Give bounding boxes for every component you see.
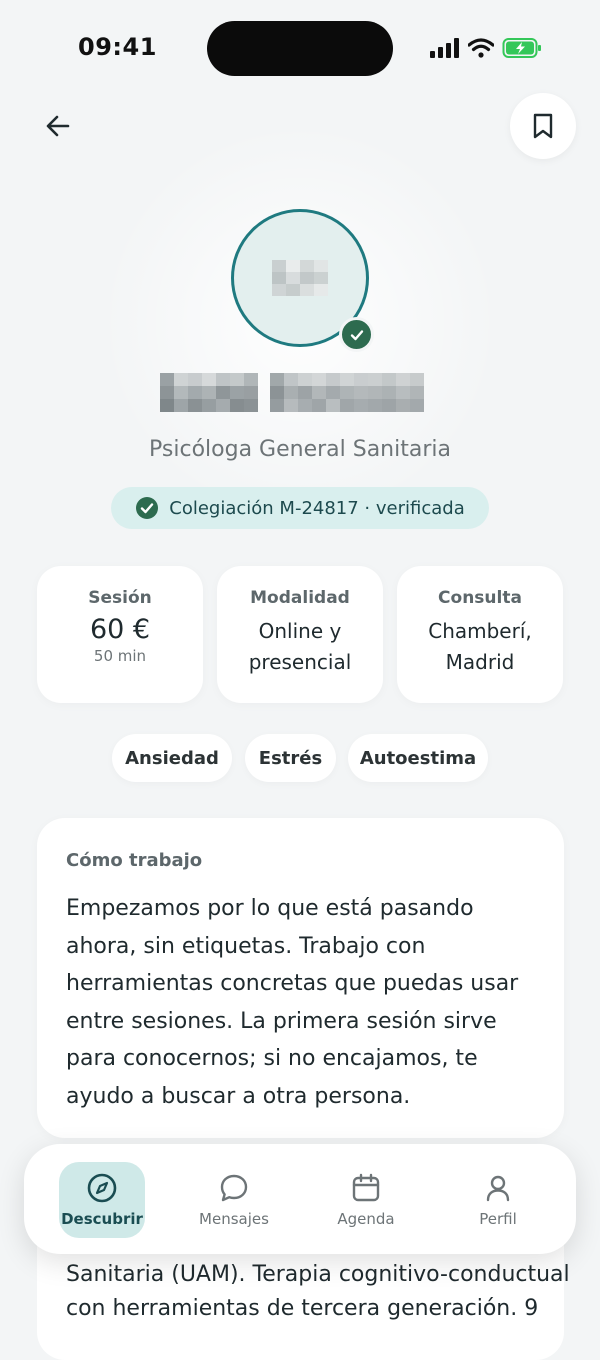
about-card: Cómo trabajo Empezamos por lo que está p…: [37, 818, 564, 1138]
about-title: Cómo trabajo: [66, 850, 203, 871]
compass-icon: [87, 1173, 117, 1203]
dynamic-island: [207, 21, 393, 76]
location-value-line2: Madrid: [445, 650, 515, 674]
calendar-icon: [352, 1173, 380, 1202]
tab-label: Agenda: [337, 1210, 395, 1228]
info-card-location: Consulta Chamberí, Madrid: [397, 566, 563, 703]
tab-label: Perfil: [479, 1210, 517, 1228]
credential-text: Colegiación M-24817 · verificada: [169, 497, 465, 519]
background-line: Sanitaria (UAM). Terapia cognitivo-condu…: [66, 1262, 570, 1287]
info-card-label: Sesión: [88, 588, 152, 608]
background-card-text: Sanitaria (UAM). Terapia cognitivo-condu…: [66, 1258, 570, 1326]
info-card-session: Sesión 60 € 50 min: [37, 566, 203, 703]
tab-label: Mensajes: [199, 1210, 269, 1228]
session-price: 60 €: [89, 614, 151, 645]
info-card-modality: Modalidad Online y presencial: [217, 566, 383, 703]
cellular-signal-icon: [430, 38, 459, 58]
check-icon: [350, 329, 363, 340]
verified-check-badge: [339, 317, 374, 352]
check-circle-icon: [136, 497, 159, 519]
about-text: Empezamos por lo que está pasando ahora,…: [66, 890, 546, 1115]
credential-badge: Colegiación M-24817 · verificada: [111, 487, 489, 529]
about-line: Empezamos por lo que está pasando: [66, 896, 474, 921]
tag-chip-anxiety[interactable]: Ansiedad: [112, 734, 232, 782]
about-line: ayudo a buscar a otra persona.: [66, 1083, 411, 1109]
background-line: con herramientas de tercera generación. …: [66, 1296, 539, 1321]
status-icons: [430, 36, 542, 60]
tab-perfil[interactable]: Perfil: [455, 1162, 541, 1238]
chat-bubble-icon: [220, 1174, 248, 1202]
about-line: para conocernos; si no encajamos, te: [66, 1046, 478, 1071]
about-line: entre sesiones. La primera sesión sirve: [66, 1008, 497, 1034]
modality-value-line1: Online y: [258, 619, 342, 643]
tab-descubrir[interactable]: Descubrir: [59, 1162, 145, 1238]
tab-agenda[interactable]: Agenda: [323, 1162, 409, 1238]
tab-mensajes[interactable]: Mensajes: [191, 1162, 277, 1238]
battery-charging-icon: [502, 38, 541, 58]
arrow-left-icon: [46, 115, 70, 137]
tab-label: Descubrir: [61, 1210, 143, 1228]
location-value-line1: Chamberí,: [428, 619, 532, 643]
modality-value-line2: presencial: [248, 650, 352, 674]
about-line: herramientas concretas que puedas usar: [66, 971, 519, 996]
profile-role: Psicóloga General Sanitaria: [149, 437, 451, 462]
wifi-icon: [468, 38, 494, 58]
tag-chip-self-esteem[interactable]: Autoestima: [348, 734, 488, 782]
info-card-label: Consulta: [438, 588, 522, 608]
profile-name-redacted: [160, 373, 442, 413]
tab-bar: Descubrir Mensajes Agenda Perfil: [24, 1144, 576, 1254]
status-time: 09:41: [78, 33, 157, 61]
bookmark-icon: [533, 113, 553, 139]
about-line: ahora, sin etiquetas. Trabajo con: [66, 933, 426, 959]
tag-chip-stress[interactable]: Estrés: [245, 734, 336, 782]
avatar-initials-redacted: [272, 260, 328, 296]
info-card-label: Modalidad: [250, 588, 350, 608]
person-icon: [486, 1175, 510, 1202]
back-button[interactable]: [38, 106, 78, 146]
session-duration: 50 min: [93, 647, 147, 665]
bookmark-button[interactable]: [510, 93, 576, 159]
